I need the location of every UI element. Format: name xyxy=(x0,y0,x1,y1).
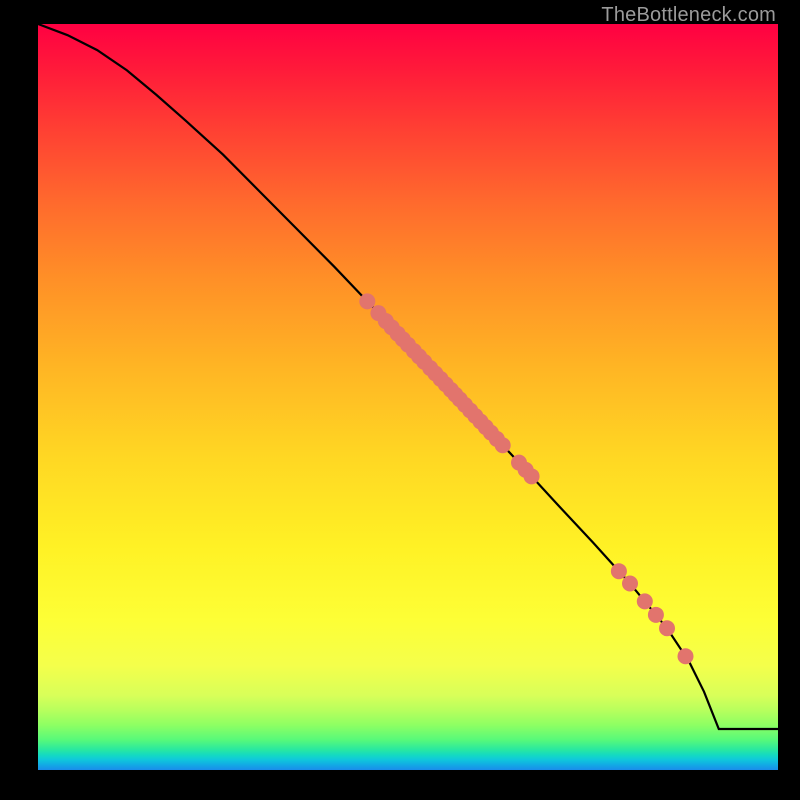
data-markers xyxy=(359,293,693,664)
data-marker xyxy=(678,648,694,664)
data-marker xyxy=(637,593,653,609)
chart-frame: TheBottleneck.com xyxy=(0,0,800,800)
data-marker xyxy=(648,607,664,623)
data-marker xyxy=(622,576,638,592)
data-marker xyxy=(524,468,540,484)
data-marker xyxy=(611,563,627,579)
plot-area xyxy=(38,24,778,770)
chart-svg xyxy=(38,24,778,770)
data-marker xyxy=(359,293,375,309)
data-marker xyxy=(659,620,675,636)
data-marker xyxy=(495,437,511,453)
